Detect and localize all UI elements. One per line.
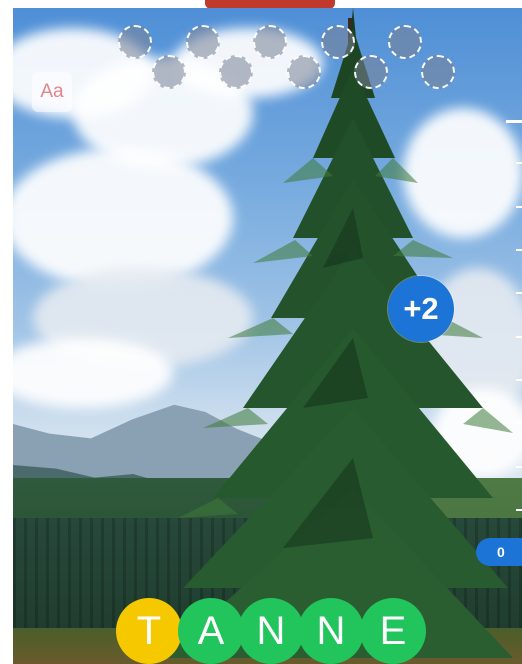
letter-tile[interactable]: T (116, 598, 182, 664)
empty-letter-slot (186, 25, 220, 59)
letter-tile[interactable]: N (298, 598, 364, 664)
empty-letter-slot (287, 55, 321, 89)
empty-letter-slot (354, 55, 388, 89)
empty-letter-slot (388, 25, 422, 59)
bonus-badge[interactable]: +2 (388, 276, 454, 342)
font-size-button[interactable]: Aa (32, 72, 72, 112)
empty-letter-slot (321, 25, 355, 59)
empty-letter-slot (253, 25, 287, 59)
letter-tile[interactable]: N (238, 598, 304, 664)
letter-tile[interactable]: A (178, 598, 244, 664)
empty-letter-slot (118, 25, 152, 59)
empty-letter-slot (219, 55, 253, 89)
empty-letter-slot (421, 55, 455, 89)
score-counter: 0 (476, 538, 522, 566)
fir-tree-image (163, 8, 513, 658)
progress-scale (506, 118, 522, 518)
game-scene (13, 8, 522, 664)
letter-tile[interactable]: E (360, 598, 426, 664)
empty-letter-slot (152, 55, 186, 89)
